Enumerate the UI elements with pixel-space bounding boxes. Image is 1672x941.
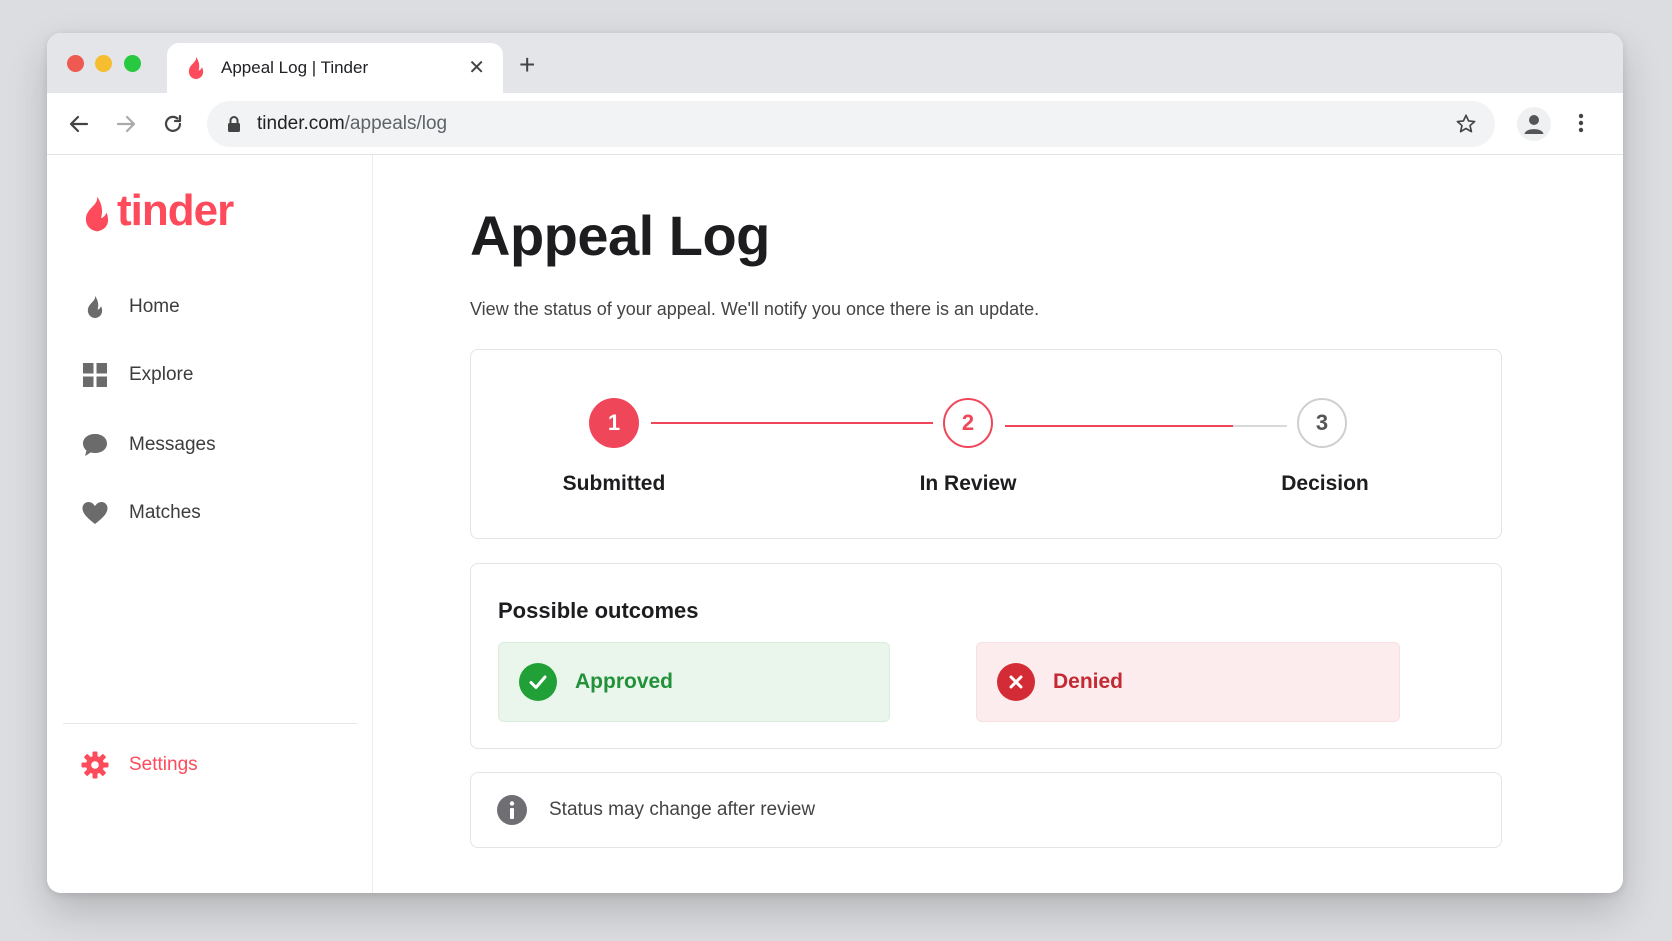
sidebar-item-home[interactable]: Home [81, 287, 180, 327]
step-label-in-review: In Review [919, 472, 1017, 495]
status-note-text: Status may change after review [549, 799, 816, 820]
page-subtitle: View the status of your appeal. We'll no… [470, 299, 1040, 319]
sidebar-item-label: Matches [129, 502, 201, 523]
outcomes-title: Possible outcomes [498, 598, 699, 623]
logo-text: tinder [117, 186, 234, 235]
grid-icon [81, 361, 109, 389]
close-window-button[interactable] [67, 55, 84, 72]
appeal-progress-card: 1 2 3 Submitted In Review Decision [470, 349, 1502, 539]
forward-button[interactable] [111, 109, 141, 139]
profile-button[interactable] [1517, 107, 1551, 141]
step-number-in-review: 2 [943, 398, 993, 448]
chat-bubble-icon [81, 431, 109, 459]
more-vertical-icon [1578, 113, 1584, 133]
sidebar-item-explore[interactable]: Explore [81, 355, 193, 395]
page-content: tinder Home Explore Messages Matches Set… [47, 155, 1623, 893]
browser-window: Appeal Log | Tinder ✕ + tinder.com /appe… [47, 33, 1623, 893]
flame-logo-icon [85, 196, 109, 232]
possible-outcomes-card: Possible outcomes Approved Denied [470, 563, 1502, 749]
tab-close-icon[interactable]: ✕ [468, 58, 485, 78]
sidebar-item-label: Home [129, 296, 180, 317]
status-note-card: Status may change after review [470, 772, 1502, 848]
outcome-denied: Denied [976, 642, 1400, 722]
outcome-approved-label: Approved [575, 670, 674, 693]
url-host: tinder.com [257, 113, 345, 134]
sidebar-item-label: Settings [129, 754, 198, 775]
step-label-submitted: Submitted [562, 472, 666, 495]
check-circle-icon [519, 663, 557, 701]
address-bar[interactable]: tinder.com/appeals/log [207, 101, 1495, 147]
outcome-denied-label: Denied [1053, 670, 1124, 693]
profile-icon [1524, 115, 1544, 134]
progress-line [1005, 425, 1233, 427]
sidebar-item-messages[interactable]: Messages [81, 425, 216, 465]
gear-icon [81, 751, 109, 779]
sidebar-item-matches[interactable]: Matches [81, 493, 201, 533]
flame-icon [188, 56, 204, 80]
page-title: Appeal Log [470, 204, 770, 267]
sidebar-item-settings[interactable]: Settings [81, 745, 198, 785]
browser-toolbar: tinder.com/appeals/log [47, 93, 1623, 155]
outcome-approved: Approved [498, 642, 890, 722]
arrow-left-icon [69, 115, 89, 133]
minimize-window-button[interactable] [95, 55, 112, 72]
sidebar-item-label: Messages [129, 434, 216, 455]
heart-icon [81, 499, 109, 527]
step-number-decision: 3 [1297, 398, 1347, 448]
step-label-decision: Decision [1281, 472, 1369, 495]
reload-button[interactable] [158, 109, 188, 139]
progress-line [651, 422, 933, 424]
info-icon [497, 795, 527, 825]
back-button[interactable] [64, 109, 94, 139]
reload-icon [164, 114, 182, 132]
sidebar-divider [63, 723, 357, 724]
x-circle-icon [997, 663, 1035, 701]
main-content: Appeal Log View the status of your appea… [373, 155, 1623, 893]
sidebar: tinder Home Explore Messages Matches Set… [47, 155, 373, 893]
tinder-logo[interactable]: tinder [81, 186, 234, 235]
progress-line-pending [1233, 425, 1287, 427]
maximize-window-button[interactable] [124, 55, 141, 72]
url-path: /appeals/log [344, 113, 448, 134]
step-number-submitted: 1 [589, 398, 639, 448]
new-tab-button[interactable]: + [519, 51, 535, 79]
browser-menu-button[interactable] [1577, 111, 1585, 140]
lock-icon [228, 116, 240, 132]
tab-title: Appeal Log | Tinder [221, 58, 369, 77]
flame-icon [81, 293, 109, 321]
arrow-right-icon [116, 115, 136, 133]
bookmark-star-icon[interactable] [1455, 113, 1477, 135]
tab-strip: Appeal Log | Tinder ✕ + [47, 33, 1623, 93]
browser-tab[interactable]: Appeal Log | Tinder ✕ [167, 43, 503, 93]
sidebar-item-label: Explore [129, 364, 194, 385]
